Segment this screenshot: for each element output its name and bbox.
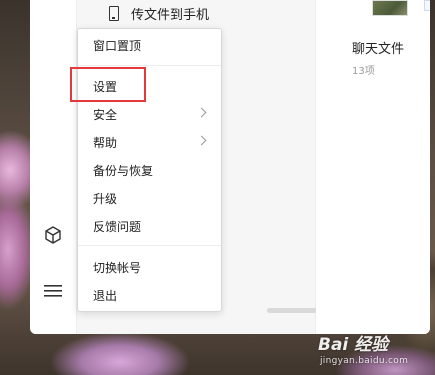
cube-icon[interactable] [42,224,64,246]
menu-item-exit[interactable]: 退出 [78,281,221,309]
horizontal-scrollbar[interactable] [267,308,317,313]
file-pane: 聊天文件 13项 [316,0,430,334]
menu-item-settings[interactable]: 设置 [78,72,221,100]
menu-item-label: 设置 [93,79,118,94]
watermark-url: jingyan.baidu.com [320,356,409,366]
chat-files-title[interactable]: 聊天文件 [352,38,404,57]
menu-item-switch-account[interactable]: 切换帐号 [78,253,221,281]
menu-item-label: 升级 [93,191,118,206]
menu-divider [78,65,221,66]
menu-item-backup-restore[interactable]: 备份与恢复 [78,156,221,184]
watermark: Bai 经验 jingyan.baidu.com [318,328,428,372]
menu-item-label: 反馈问题 [93,219,142,234]
menu-item-label: 窗口置顶 [93,38,142,53]
menu-item-security[interactable]: 安全 [78,100,221,128]
watermark-logo: Bai 经验 [318,335,389,355]
hamburger-icon[interactable] [42,280,64,302]
chat-files-count: 13项 [352,66,375,77]
chevron-right-icon [196,107,207,118]
menu-item-upgrade[interactable]: 升级 [78,184,221,212]
file-thumbnail[interactable] [372,0,408,16]
menu-item-help[interactable]: 帮助 [78,128,221,156]
main-menu-popup: 窗口置顶 设置 安全 帮助 备份与恢复 升级 反馈问题 切换帐号 退出 [77,28,222,312]
menu-item-label: 退出 [93,288,118,303]
menu-item-pin-window[interactable]: 窗口置顶 [78,31,221,59]
doc-file-icon [424,0,430,11]
left-rail [30,0,76,334]
chevron-right-icon [196,135,207,146]
phone-icon [109,5,119,21]
menu-divider [78,245,221,246]
menu-item-feedback[interactable]: 反馈问题 [78,212,221,240]
send-to-phone-item[interactable]: 传文件到手机 [109,0,209,26]
menu-item-label: 安全 [93,107,118,122]
menu-item-label: 帮助 [93,135,118,150]
menu-item-label: 切换帐号 [93,260,142,275]
send-to-phone-label: 传文件到手机 [131,7,210,23]
menu-item-label: 备份与恢复 [93,163,154,178]
